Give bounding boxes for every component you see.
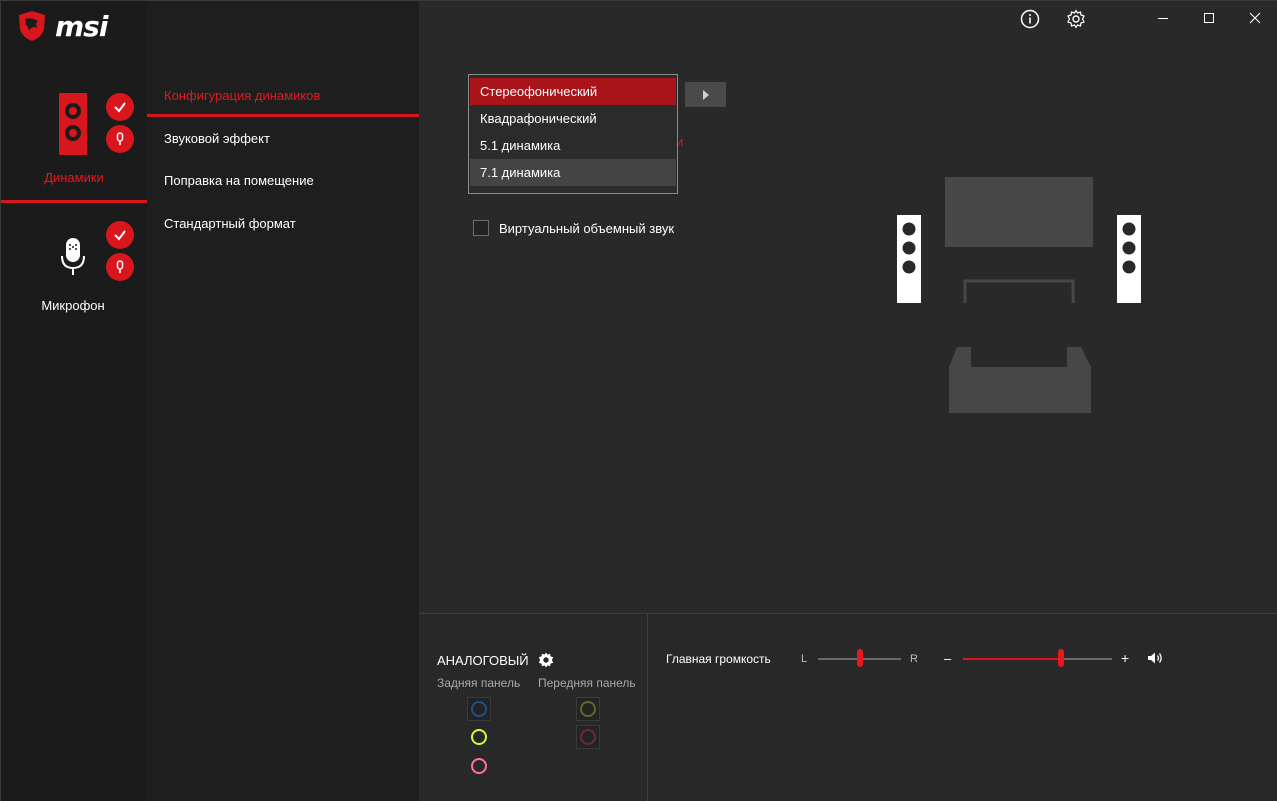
dropdown-option-5-1[interactable]: 5.1 динамика (470, 132, 676, 159)
volume-plus-button[interactable]: + (1121, 650, 1129, 666)
mic-test-badge[interactable] (106, 253, 134, 281)
bottom-panel: АНАЛОГОВЫЙ Задняя панель Передняя панель… (419, 613, 1277, 801)
play-arrow-icon (702, 89, 709, 100)
menu-column: Конфигурация динамиков Звуковой эффект П… (147, 1, 419, 801)
front-jack-green[interactable] (576, 697, 600, 721)
device-speakers[interactable]: Динамики (1, 81, 147, 203)
speaker-layout-illustration (897, 177, 1141, 413)
settings-icon (1067, 9, 1085, 29)
device-label-speakers: Динамики (44, 170, 104, 185)
analog-label: АНАЛОГОВЫЙ (437, 652, 529, 668)
dropdown-option-7-1[interactable]: 7.1 динамика (470, 159, 676, 186)
check-icon (114, 102, 126, 113)
virtual-surround-label: Виртуальный объемный звук (499, 220, 675, 236)
volume-slider-thumb[interactable] (1058, 649, 1065, 667)
msi-dragon-icon (19, 11, 45, 41)
virtual-surround-checkbox[interactable] (473, 220, 489, 236)
menu-item-speaker-config[interactable]: Конфигурация динамиков (147, 75, 419, 117)
info-button[interactable] (1019, 8, 1041, 30)
volume-minus-button[interactable]: – (944, 651, 951, 666)
volume-slider-fill (963, 658, 1062, 660)
speaker-test-badge[interactable] (106, 125, 134, 153)
balance-slider-thumb[interactable] (856, 649, 863, 667)
menu-item-sound-effect[interactable]: Звуковой эффект (147, 118, 419, 160)
maximize-button[interactable] (1186, 1, 1232, 35)
speaker-device-icon (59, 93, 87, 155)
gear-icon (538, 652, 553, 668)
speaker-status-badge[interactable] (106, 93, 134, 121)
dropdown-option-quad[interactable]: Квадрафонический (470, 105, 676, 132)
device-label-microphone: Микрофон (41, 298, 105, 313)
menu-item-room-correction[interactable]: Поправка на помещение (147, 160, 419, 202)
menu-item-default-format[interactable]: Стандартный формат (147, 203, 419, 245)
mic-test-icon (116, 260, 124, 273)
info-icon (1020, 9, 1040, 29)
settings-button[interactable] (1065, 8, 1087, 30)
device-column: msi Динамики Микрофон (1, 1, 147, 801)
rear-jack-green[interactable] (467, 725, 491, 749)
app-window: msi Динамики Микрофон Конфигурация динам… (0, 0, 1277, 801)
analog-settings-button[interactable] (537, 651, 555, 669)
window-controls (1140, 1, 1277, 35)
dropdown-option-stereo[interactable]: Стереофонический (470, 78, 676, 105)
close-button[interactable] (1232, 1, 1277, 35)
volume-icon[interactable] (1147, 651, 1165, 665)
msi-logo: msi (15, 9, 108, 43)
config-play-button[interactable] (685, 82, 726, 107)
microphone-device-icon (61, 238, 85, 275)
master-volume-label: Главная громкость (666, 652, 771, 666)
mic-test-icon (116, 132, 124, 145)
speaker-config-dropdown[interactable]: Стереофонический Квадрафонический 5.1 ди… (468, 74, 678, 194)
minimize-icon (1158, 18, 1168, 19)
rear-jack-blue[interactable] (467, 697, 491, 721)
mic-status-badge[interactable] (106, 221, 134, 249)
balance-right-label: R (910, 653, 918, 665)
rear-jack-pink[interactable] (467, 754, 491, 778)
bottom-divider (647, 614, 648, 801)
logo-text: msi (55, 9, 108, 43)
check-icon (114, 230, 126, 241)
balance-left-label: L (801, 653, 808, 665)
minimize-button[interactable] (1140, 1, 1186, 35)
device-microphone[interactable]: Микрофон (1, 211, 147, 321)
virtual-surround-row[interactable]: Виртуальный объемный звук (473, 220, 674, 236)
close-icon (1249, 12, 1261, 24)
analog-header: АНАЛОГОВЫЙ (437, 651, 555, 669)
front-panel-label: Передняя панель (538, 676, 636, 690)
rear-panel-label: Задняя панель (437, 676, 521, 690)
front-jack-pink[interactable] (576, 725, 600, 749)
maximize-icon (1204, 13, 1214, 23)
